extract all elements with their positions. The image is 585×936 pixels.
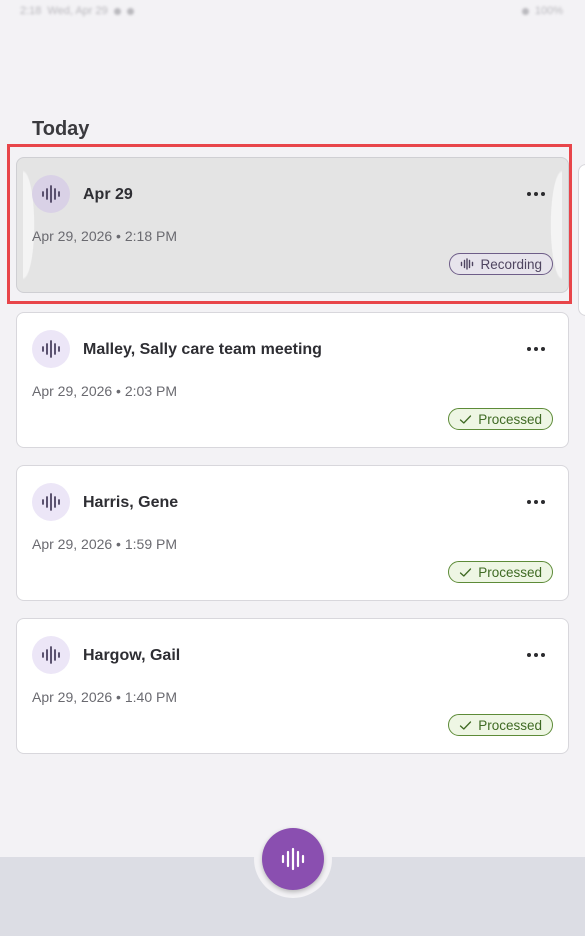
notification-icon bbox=[126, 7, 134, 15]
battery-level: 100% bbox=[534, 5, 563, 17]
waveform-icon bbox=[461, 258, 474, 270]
side-panel-edge bbox=[578, 164, 585, 316]
status-badge-processed: Processed bbox=[448, 561, 553, 583]
waveform-icon bbox=[32, 175, 70, 213]
checkmark-icon bbox=[460, 720, 472, 730]
more-options-icon[interactable] bbox=[526, 494, 546, 510]
status-bar: 2:18 Wed, Apr 29 100% bbox=[0, 0, 585, 26]
recording-card[interactable]: Harris, Gene Apr 29, 2026 • 1:59 PM Proc… bbox=[16, 465, 569, 601]
recording-title: Hargow, Gail bbox=[83, 647, 181, 664]
more-options-icon[interactable] bbox=[526, 186, 546, 202]
recording-card[interactable]: Malley, Sally care team meeting Apr 29, … bbox=[16, 312, 569, 448]
section-title-today: Today bbox=[32, 118, 90, 140]
recording-date: Apr 29, 2026 • 1:40 PM bbox=[32, 689, 177, 705]
recording-date: Apr 29, 2026 • 2:18 PM bbox=[32, 228, 177, 244]
recording-title: Malley, Sally care team meeting bbox=[83, 341, 322, 358]
status-badge-recording: Recording bbox=[449, 253, 553, 275]
waveform-icon bbox=[32, 330, 70, 368]
status-badge-label: Processed bbox=[478, 717, 542, 733]
more-options-icon[interactable] bbox=[526, 647, 546, 663]
status-badge-processed: Processed bbox=[448, 408, 553, 430]
waveform-icon bbox=[281, 847, 305, 871]
status-badge-label: Processed bbox=[478, 564, 542, 580]
status-time: 2:18 bbox=[20, 5, 42, 17]
status-date: Wed, Apr 29 bbox=[47, 5, 108, 17]
recording-card[interactable]: Hargow, Gail Apr 29, 2026 • 1:40 PM Proc… bbox=[16, 618, 569, 754]
recording-title: Harris, Gene bbox=[83, 494, 179, 511]
notification-icon bbox=[113, 7, 121, 15]
status-badge-label: Recording bbox=[480, 256, 542, 272]
wifi-icon bbox=[521, 7, 529, 15]
record-button[interactable] bbox=[262, 828, 324, 890]
status-badge-label: Processed bbox=[478, 411, 542, 427]
recording-date: Apr 29, 2026 • 1:59 PM bbox=[32, 536, 177, 552]
checkmark-icon bbox=[460, 567, 472, 577]
waveform-icon bbox=[32, 636, 70, 674]
recording-date: Apr 29, 2026 • 2:03 PM bbox=[32, 383, 177, 399]
status-badge-processed: Processed bbox=[448, 714, 553, 736]
waveform-icon bbox=[32, 483, 70, 521]
more-options-icon[interactable] bbox=[526, 341, 546, 357]
recording-card[interactable]: Apr 29 Apr 29, 2026 • 2:18 PM Recording bbox=[16, 157, 569, 293]
recording-title: Apr 29 bbox=[83, 186, 133, 203]
checkmark-icon bbox=[460, 414, 472, 424]
